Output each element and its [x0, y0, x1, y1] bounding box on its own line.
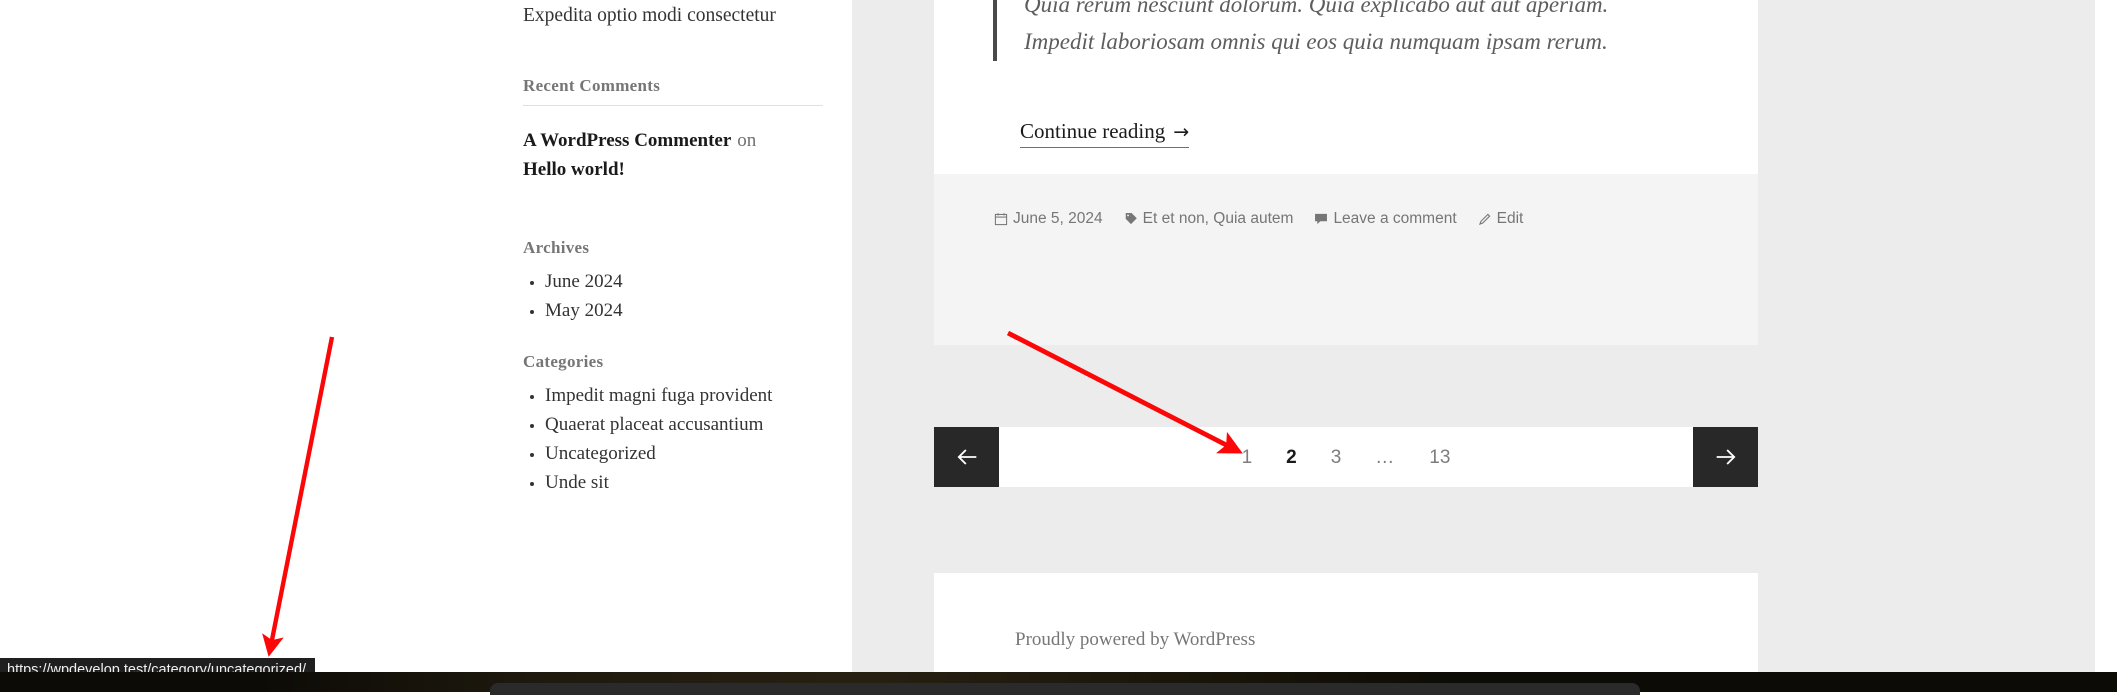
comment-post-link[interactable]: Hello world! — [523, 156, 823, 185]
list-item[interactable]: Uncategorized — [545, 440, 823, 469]
pagination-page-3[interactable]: 3 — [1314, 448, 1359, 467]
pagination-page-2-current: 2 — [1286, 446, 1297, 468]
recent-post-link[interactable]: Expedita optio modi consectetur — [523, 5, 776, 26]
list-item[interactable]: Impedit magni fuga provident — [545, 382, 823, 411]
pagination: 1 2 3 … 13 — [934, 427, 1758, 487]
browser-status-url: https://wpdevelop.test/category/uncatego… — [0, 658, 316, 672]
category-link-quaerat-placeat-accusantium[interactable]: Quaerat placeat accusantium — [545, 414, 763, 435]
list-item[interactable]: June 2024 — [545, 268, 823, 297]
calendar-icon — [994, 212, 1008, 226]
post-comments-link[interactable]: Leave a comment — [1314, 210, 1457, 228]
site-footer: Proudly powered by WordPress — [934, 573, 1758, 672]
arrow-left-icon — [953, 443, 981, 471]
post-edit-label: Edit — [1496, 210, 1524, 227]
category-link-impedit-magni-fuga-provident[interactable]: Impedit magni fuga provident — [545, 385, 772, 406]
pagination-ellipsis: … — [1375, 446, 1396, 468]
continue-reading-label: Continue reading — [1020, 119, 1166, 143]
pagination-number-list: 1 2 3 … 13 — [999, 427, 1693, 487]
sidebar: Expedita optio modi consectetur Recent C… — [0, 0, 852, 672]
widget-categories: Categories Impedit magni fuga provident … — [523, 352, 823, 498]
widget-recent-comments: Recent Comments A WordPress Commenter on … — [523, 76, 823, 184]
post-categories[interactable]: Et et non, Quia autem — [1124, 210, 1294, 228]
widget-title-recent-comments: Recent Comments — [523, 76, 823, 107]
comment-connector: on — [737, 130, 757, 152]
excerpt-line-1: Quia rerum nesciunt dolorum. Quia explic… — [1024, 0, 1609, 17]
pencil-icon — [1478, 212, 1492, 226]
category-link-uncategorized[interactable]: Uncategorized — [545, 443, 656, 464]
pagination-prev-button[interactable] — [934, 427, 999, 487]
excerpt-line-2: Impedit laboriosam omnis qui eos quia nu… — [1024, 29, 1608, 55]
pagination-page-13[interactable]: 13 — [1412, 448, 1467, 467]
tag-icon — [1124, 212, 1138, 226]
recent-comment-item: A WordPress Commenter on Hello world! — [523, 127, 823, 184]
browser-viewport: Expedita optio modi consectetur Recent C… — [0, 0, 2117, 672]
post-excerpt-area: Quia rerum nesciunt dolorum. Quia explic… — [934, 0, 1758, 174]
post-excerpt-blockquote: Quia rerum nesciunt dolorum. Quia explic… — [993, 0, 1724, 61]
widget-title-archives: Archives — [523, 238, 590, 257]
continue-reading-link[interactable]: Continue reading → — [1020, 118, 1190, 148]
pagination-page-1[interactable]: 1 — [1225, 448, 1270, 467]
post-meta-row: June 5, 2024 Et et non, Quia autem Leave… — [994, 210, 1523, 228]
widget-recent-posts: Expedita optio modi consectetur — [523, 2, 823, 30]
post-comments-label: Leave a comment — [1333, 210, 1457, 227]
post-edit-link[interactable]: Edit — [1478, 210, 1524, 228]
archive-link-may-2024[interactable]: May 2024 — [545, 300, 623, 321]
background-window-edge — [490, 683, 1640, 695]
archive-link-june-2024[interactable]: June 2024 — [545, 271, 623, 292]
widget-title-categories: Categories — [523, 352, 604, 371]
post-date-link[interactable]: June 5, 2024 — [994, 210, 1103, 228]
post-categories-label: Et et non, Quia autem — [1142, 210, 1294, 227]
list-item[interactable]: May 2024 — [545, 297, 823, 326]
archives-list: June 2024 May 2024 — [523, 268, 823, 326]
list-item[interactable]: Quaerat placeat accusantium — [545, 411, 823, 440]
post-entry-footer: June 5, 2024 Et et non, Quia autem Leave… — [934, 174, 1758, 345]
categories-list: Impedit magni fuga provident Quaerat pla… — [523, 382, 823, 498]
list-item[interactable]: Unde sit — [545, 469, 823, 498]
comment-author-link[interactable]: A WordPress Commenter — [523, 130, 731, 151]
wordpress-credit-link[interactable]: Proudly powered by WordPress — [1015, 629, 1255, 651]
post-date-label: June 5, 2024 — [1013, 210, 1103, 227]
post-card: Quia rerum nesciunt dolorum. Quia explic… — [934, 0, 1758, 345]
category-link-unde-sit[interactable]: Unde sit — [545, 472, 609, 493]
widget-archives: Archives June 2024 May 2024 — [523, 238, 823, 326]
comment-bubble-icon — [1314, 212, 1328, 226]
arrow-right-icon — [1712, 443, 1740, 471]
pagination-next-button[interactable] — [1693, 427, 1758, 487]
arrow-right-icon: → — [1173, 121, 1190, 143]
